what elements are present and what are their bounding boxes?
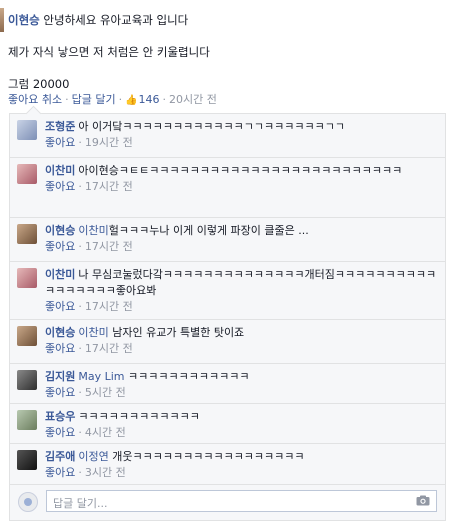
tagged-user[interactable]: 이찬미 xyxy=(78,224,108,237)
comment-body: 이현승 이찬미헐ㅋㅋㅋ누나 이게 이렇게 파장이 클줄은 ... 좋아요 · 17시간… xyxy=(45,223,437,255)
comment-item: 이현승 이찬미헐ㅋㅋㅋ누나 이게 이렇게 파장이 클줄은 ... 좋아요 · 17시간… xyxy=(10,218,445,262)
comment-meta: 좋아요 · 17시간 전 xyxy=(45,342,133,355)
comment-text: ㅋㅋㅋㅋㅋㅋㅋㅋㅋㅋㅋㅋ xyxy=(128,370,250,383)
comment-item: 김주애 이정연 개웃ㅋㅋㅋㅋㅋㅋㅋㅋㅋㅋㅋㅋㅋㅋㅋㅋㅋ 좋아요 · 3시간 전 xyxy=(10,444,445,485)
comment-timestamp[interactable]: 4시간 전 xyxy=(85,426,126,439)
comment-body: 김주애 이정연 개웃ㅋㅋㅋㅋㅋㅋㅋㅋㅋㅋㅋㅋㅋㅋㅋㅋㅋ 좋아요 · 3시간 전 xyxy=(45,449,437,481)
comment-text: 남자인 유교가 특별한 탓이죠 xyxy=(112,326,245,339)
comment-like-button[interactable]: 좋아요 xyxy=(45,180,75,193)
commenter-name[interactable]: 김주애 xyxy=(45,450,75,463)
reply-input[interactable]: 답글 달기... xyxy=(46,490,437,512)
comment-body: 이찬미 나 무심코눌렀다갘ㅋㅋㅋㅋㅋㅋㅋㅋㅋㅋㅋㅋㅋㅋ개터짐ㅋㅋㅋㅋㅋㅋㅋㅋㅋㅋㅋ… xyxy=(45,267,437,315)
commenter-name[interactable]: 김지원 xyxy=(45,370,75,383)
comment-text: 아 이거닼ㅋㅋㅋㅋㅋㅋㅋㅋㅋㅋㅋㅋㄱㄱㅋㅋㅋㅋㅋㅋㄱㄱ xyxy=(78,120,345,133)
unlike-button[interactable]: 좋아요 취소 xyxy=(8,93,62,106)
comment-meta: 좋아요 · 5시간 전 xyxy=(45,386,126,399)
commenter-name[interactable]: 이찬미 xyxy=(45,268,75,281)
comment-like-button[interactable]: 좋아요 xyxy=(45,240,75,253)
comment-item: 이찬미 나 무심코눌렀다갘ㅋㅋㅋㅋㅋㅋㅋㅋㅋㅋㅋㅋㅋㅋ개터짐ㅋㅋㅋㅋㅋㅋㅋㅋㅋㅋㅋ… xyxy=(10,262,445,320)
comment-meta: 좋아요 · 17시간 전 xyxy=(45,240,133,253)
commenter-name[interactable]: 이현승 xyxy=(45,326,75,339)
commenter-avatar[interactable] xyxy=(17,268,37,288)
comment-timestamp[interactable]: 19시간 전 xyxy=(85,136,133,149)
comment-item: 김지원 May Lim ㅋㅋㅋㅋㅋㅋㅋㅋㅋㅋㅋㅋ 좋아요 · 5시간 전 xyxy=(10,364,445,404)
commenter-avatar[interactable] xyxy=(17,450,37,470)
commenter-avatar[interactable] xyxy=(17,370,37,390)
separator-dot: · xyxy=(162,93,167,106)
post-text-line2: 제가 자식 낳으면 저 처럼은 안 키울렵니다 xyxy=(8,45,210,59)
comment-text: 헐ㅋㅋㅋ누나 이게 이렇게 파장이 클줄은 ... xyxy=(108,224,309,237)
comment-meta: 좋아요 · 17시간 전 xyxy=(45,180,133,193)
comment-body: 이찬미 아이현승ㅋㅌㅌㅋㅋㅋㅋㅋㅋㅋㅋㅋㅋㅋㅋㅋㅋㅋㅋㅋㅋㅋㅋㅋㅋㅋㅋㅋ 좋아요 ·… xyxy=(45,163,437,195)
comment-body: 이현승 이찬미 남자인 유교가 특별한 탓이죠 좋아요 · 17시간 전 xyxy=(45,325,437,357)
comment-text: 아이현승ㅋㅌㅌㅋㅋㅋㅋㅋㅋㅋㅋㅋㅋㅋㅋㅋㅋㅋㅋㅋㅋㅋㅋㅋㅋㅋㅋㅋ xyxy=(78,164,403,177)
post-author-name[interactable]: 이현승 xyxy=(8,13,40,27)
comment-like-button[interactable]: 좋아요 xyxy=(45,342,75,355)
separator-dot: · xyxy=(118,93,123,106)
reply-row: 답글 달기... xyxy=(10,485,445,521)
tagged-user[interactable]: 이정연 xyxy=(78,450,108,463)
comment-item: 조형준 아 이거닼ㅋㅋㅋㅋㅋㅋㅋㅋㅋㅋㅋㅋㄱㄱㅋㅋㅋㅋㅋㅋㄱㄱ 좋아요 · 19시간 … xyxy=(10,114,445,158)
commenter-name[interactable]: 조형준 xyxy=(45,120,75,133)
comment-meta: 좋아요 · 3시간 전 xyxy=(45,466,126,479)
comment-meta: 좋아요 · 4시간 전 xyxy=(45,426,126,439)
comment-item: 이현승 이찬미 남자인 유교가 특별한 탓이죠 좋아요 · 17시간 전 xyxy=(10,320,445,364)
commenter-avatar[interactable] xyxy=(17,410,37,430)
like-count: 146 xyxy=(138,93,160,106)
post-text-line3: 그럼 20000 xyxy=(8,77,70,91)
comment-body: 조형준 아 이거닼ㅋㅋㅋㅋㅋㅋㅋㅋㅋㅋㅋㅋㄱㄱㅋㅋㅋㅋㅋㅋㄱㄱ 좋아요 · 19시간 … xyxy=(45,119,437,151)
comments-panel: 조형준 아 이거닼ㅋㅋㅋㅋㅋㅋㅋㅋㅋㅋㅋㅋㄱㄱㅋㅋㅋㅋㅋㅋㄱㄱ 좋아요 · 19시간 … xyxy=(9,105,446,521)
camera-icon[interactable] xyxy=(416,495,430,506)
comment-body: 표승우 ㅋㅋㅋㅋㅋㅋㅋㅋㅋㅋㅋㅋ 좋아요 · 4시간 전 xyxy=(45,409,437,441)
comment-timestamp[interactable]: 17시간 전 xyxy=(85,342,133,355)
comment-text: 나 무심코눌렀다갘ㅋㅋㅋㅋㅋㅋㅋㅋㅋㅋㅋㅋㅋㅋ개터짐ㅋㅋㅋㅋㅋㅋㅋㅋㅋㅋㅋㅋㅋㅋ… xyxy=(45,268,437,297)
comment-like-button[interactable]: 좋아요 xyxy=(45,136,75,149)
comment-text: ㅋㅋㅋㅋㅋㅋㅋㅋㅋㅋㅋㅋ xyxy=(78,410,200,423)
comment-item: 이찬미 아이현승ㅋㅌㅌㅋㅋㅋㅋㅋㅋㅋㅋㅋㅋㅋㅋㅋㅋㅋㅋㅋㅋㅋㅋㅋㅋㅋㅋㅋ 좋아요 ·… xyxy=(10,158,445,218)
comment-text: 개웃ㅋㅋㅋㅋㅋㅋㅋㅋㅋㅋㅋㅋㅋㅋㅋㅋㅋ xyxy=(112,450,305,463)
post-timestamp[interactable]: 20시간 전 xyxy=(169,93,217,106)
comment-item: 표승우 ㅋㅋㅋㅋㅋㅋㅋㅋㅋㅋㅋㅋ 좋아요 · 4시간 전 xyxy=(10,404,445,444)
commenter-avatar[interactable] xyxy=(17,224,37,244)
commenter-avatar[interactable] xyxy=(17,120,37,140)
commenter-name[interactable]: 이찬미 xyxy=(45,164,75,177)
commenter-name[interactable]: 이현승 xyxy=(45,224,75,237)
comment-timestamp[interactable]: 17시간 전 xyxy=(85,180,133,193)
separator-dot: · xyxy=(65,93,69,106)
current-user-avatar xyxy=(18,492,38,512)
post-text: 안녕하세요 유아교육과 입니다 xyxy=(39,13,189,27)
comment-like-button[interactable]: 좋아요 xyxy=(45,386,75,399)
thumbs-up-icon: 👍 xyxy=(125,95,138,106)
post-author-avatar[interactable] xyxy=(0,8,4,32)
commenter-name[interactable]: 표승우 xyxy=(45,410,75,423)
comment-timestamp[interactable]: 17시간 전 xyxy=(85,300,133,313)
comment-like-button[interactable]: 좋아요 xyxy=(45,466,75,479)
like-count-link[interactable]: 👍146 xyxy=(125,93,159,106)
comment-meta: 좋아요 · 19시간 전 xyxy=(45,136,133,149)
post-actions: 좋아요 취소 · 답글 달기 · 👍146 · 20시간 전 xyxy=(8,91,217,107)
comment-timestamp[interactable]: 3시간 전 xyxy=(85,466,126,479)
comment-meta: 좋아요 · 17시간 전 xyxy=(45,300,133,313)
commenter-avatar[interactable] xyxy=(17,326,37,346)
comment-like-button[interactable]: 좋아요 xyxy=(45,300,75,313)
comment-timestamp[interactable]: 5시간 전 xyxy=(85,386,126,399)
comment-body: 김지원 May Lim ㅋㅋㅋㅋㅋㅋㅋㅋㅋㅋㅋㅋ 좋아요 · 5시간 전 xyxy=(45,369,437,401)
comment-like-button[interactable]: 좋아요 xyxy=(45,426,75,439)
comment-timestamp[interactable]: 17시간 전 xyxy=(85,240,133,253)
tagged-user[interactable]: May Lim xyxy=(78,370,124,383)
tagged-user[interactable]: 이찬미 xyxy=(78,326,108,339)
reply-placeholder: 답글 달기... xyxy=(53,497,108,510)
commenter-avatar[interactable] xyxy=(17,164,37,184)
reply-button[interactable]: 답글 달기 xyxy=(72,93,116,106)
post-text-line1: 이현승 안녕하세요 유아교육과 입니다 xyxy=(8,12,188,28)
